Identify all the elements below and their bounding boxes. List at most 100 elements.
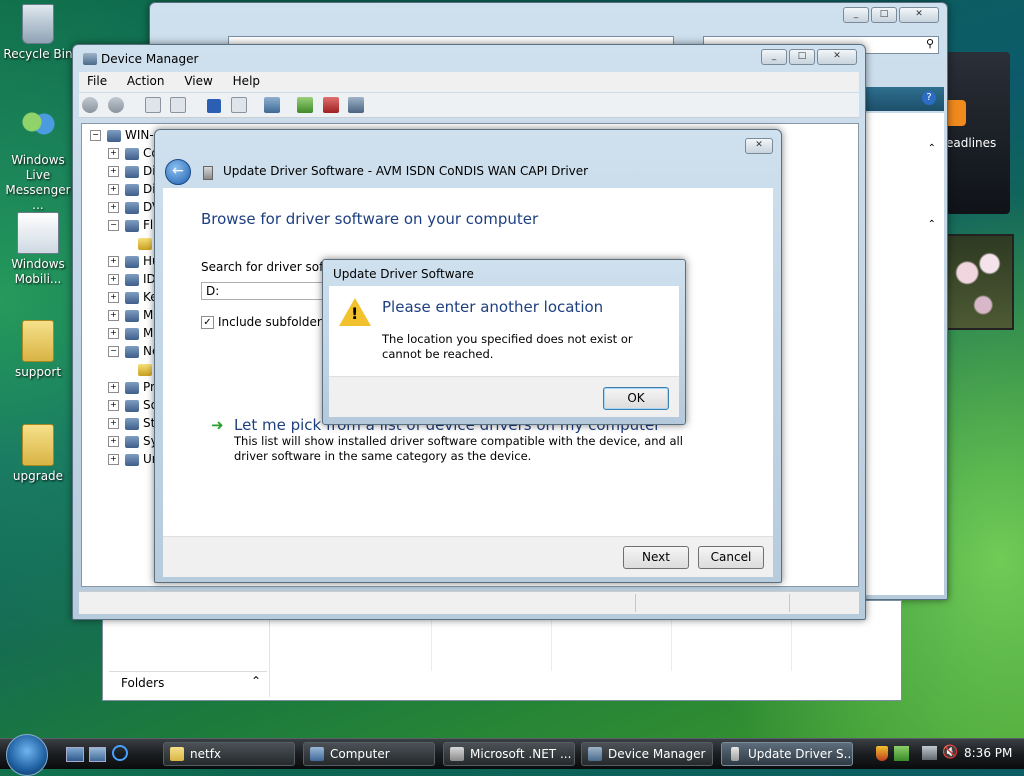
device-icon: [125, 219, 139, 232]
desktop-icon-messenger[interactable]: Windows Live Messenger ...: [0, 110, 76, 213]
desktop-icon-windows-mobile[interactable]: Windows Mobili...: [0, 212, 76, 287]
tree-item[interactable]: + ID: [108, 272, 156, 288]
expand-icon[interactable]: +: [108, 292, 119, 303]
wizard-heading: Browse for driver software on your compu…: [201, 210, 539, 228]
expand-icon[interactable]: +: [108, 400, 119, 411]
security-shield-icon[interactable]: [876, 746, 888, 761]
expand-icon[interactable]: +: [108, 166, 119, 177]
menu-file[interactable]: File: [79, 72, 115, 90]
network-warning-icon[interactable]: [922, 746, 937, 760]
show-desktop-icon[interactable]: [66, 747, 84, 762]
desktop-icon-recycle-bin[interactable]: Recycle Bin: [0, 4, 76, 62]
collapse-icon[interactable]: −: [108, 346, 119, 357]
tree-item[interactable]: + So: [108, 398, 158, 414]
tree-item-label: M: [143, 308, 154, 322]
expand-icon[interactable]: +: [108, 274, 119, 285]
desktop-icon-support[interactable]: support: [0, 320, 76, 380]
tree-item[interactable]: + Pr: [108, 380, 155, 396]
device-icon: [125, 273, 139, 286]
collapse-icon[interactable]: −: [108, 220, 119, 231]
properties-icon[interactable]: [170, 97, 187, 113]
start-button[interactable]: [6, 734, 48, 776]
expand-icon[interactable]: +: [108, 202, 119, 213]
minimize-button[interactable]: _: [843, 7, 869, 23]
close-button[interactable]: ✕: [745, 138, 773, 154]
network-tray-icon[interactable]: [894, 746, 909, 761]
help-icon[interactable]: [207, 99, 222, 113]
volume-muted-icon[interactable]: 🔇: [942, 745, 958, 760]
close-button[interactable]: ✕: [899, 7, 939, 23]
expand-icon[interactable]: +: [108, 148, 119, 159]
taskbar-item-netfx[interactable]: netfx: [163, 742, 295, 766]
show-hide-tree-icon[interactable]: [144, 97, 161, 113]
folders-pane-toggle[interactable]: Folders ⌃: [109, 671, 267, 696]
switch-windows-icon[interactable]: [89, 747, 106, 762]
tree-item[interactable]: + Hu: [108, 254, 160, 270]
help-icon[interactable]: ?: [922, 91, 936, 105]
taskbar-item-device-manager[interactable]: Device Manager: [581, 742, 713, 766]
include-subfolders-checkbox[interactable]: ✓ Include subfolders: [201, 315, 328, 329]
taskbar-item-dotnet[interactable]: Microsoft .NET ...: [443, 742, 575, 766]
maximize-button[interactable]: □: [871, 7, 897, 23]
search-icon: ⚲: [925, 37, 934, 50]
folder-icon: [22, 424, 54, 466]
expand-icon[interactable]: +: [108, 436, 119, 447]
expand-icon[interactable]: +: [108, 328, 119, 339]
update-driver-icon[interactable]: [296, 97, 313, 113]
internet-explorer-icon[interactable]: [112, 745, 128, 761]
maximize-button[interactable]: □: [789, 49, 815, 65]
status-divider: [635, 594, 636, 612]
scan-hardware-icon[interactable]: [263, 97, 280, 113]
expand-icon[interactable]: +: [108, 256, 119, 267]
wizard-footer: Next Cancel: [163, 536, 773, 577]
taskbar-item-update-driver[interactable]: Update Driver S...: [721, 742, 853, 766]
taskbar-item-computer[interactable]: Computer: [303, 742, 435, 766]
sidebar-gadget-slideshow[interactable]: [946, 234, 1014, 330]
tree-item[interactable]: + DV: [108, 200, 160, 216]
expand-icon[interactable]: +: [108, 184, 119, 195]
menu-help[interactable]: Help: [225, 72, 268, 90]
task-label: netfx: [190, 747, 222, 761]
view-icon[interactable]: [231, 97, 248, 113]
tree-item[interactable]: + Di: [108, 164, 156, 180]
close-button[interactable]: ✕: [817, 49, 857, 65]
tree-item[interactable]: + Co: [108, 146, 159, 162]
disable-icon[interactable]: [348, 97, 365, 113]
expand-icon[interactable]: +: [108, 382, 119, 393]
desktop-icon-upgrade[interactable]: upgrade: [0, 424, 76, 484]
tree-item[interactable]: + Di: [108, 182, 156, 198]
expand-icon[interactable]: +: [108, 454, 119, 465]
green-arrow-icon: ➜: [211, 416, 224, 434]
device-icon: [731, 747, 739, 761]
back-arrow-button[interactable]: ←: [165, 159, 191, 185]
collapse-icon[interactable]: ⌃: [928, 219, 936, 230]
collapse-icon[interactable]: ⌃: [928, 143, 936, 154]
cancel-button[interactable]: Cancel: [698, 546, 764, 569]
warning-exclamation: !: [351, 304, 359, 323]
tree-item[interactable]: + M: [108, 326, 153, 342]
ok-button[interactable]: OK: [603, 387, 669, 410]
tree-item[interactable]: − Fl: [108, 218, 153, 234]
sidebar-gadget-feed[interactable]: eadlines: [946, 52, 1010, 214]
tree-item[interactable]: + Ke: [108, 290, 158, 306]
minimize-button[interactable]: _: [761, 49, 787, 65]
tree-item[interactable]: + Ur: [108, 452, 157, 468]
collapse-icon[interactable]: −: [90, 130, 101, 141]
menu-action[interactable]: Action: [119, 72, 173, 90]
menu-view[interactable]: View: [176, 72, 220, 90]
tree-item[interactable]: + M: [108, 308, 153, 324]
forward-arrow-icon[interactable]: [107, 97, 124, 113]
tree-item[interactable]: + Sy: [108, 434, 158, 450]
status-divider: [789, 594, 790, 612]
tree-item[interactable]: + St: [108, 416, 155, 432]
back-arrow-icon[interactable]: [82, 97, 98, 113]
wizard-caption-buttons: ✕: [745, 138, 773, 154]
expand-icon[interactable]: +: [108, 310, 119, 321]
uninstall-icon[interactable]: [322, 97, 339, 113]
expand-icon[interactable]: +: [108, 418, 119, 429]
tree-item[interactable]: − Ne: [108, 344, 159, 360]
clock[interactable]: 8:36 PM: [964, 746, 1012, 760]
device-icon: [203, 166, 213, 180]
error-dialog[interactable]: Update Driver Software ! Please enter an…: [322, 259, 686, 425]
next-button[interactable]: Next: [623, 546, 689, 569]
